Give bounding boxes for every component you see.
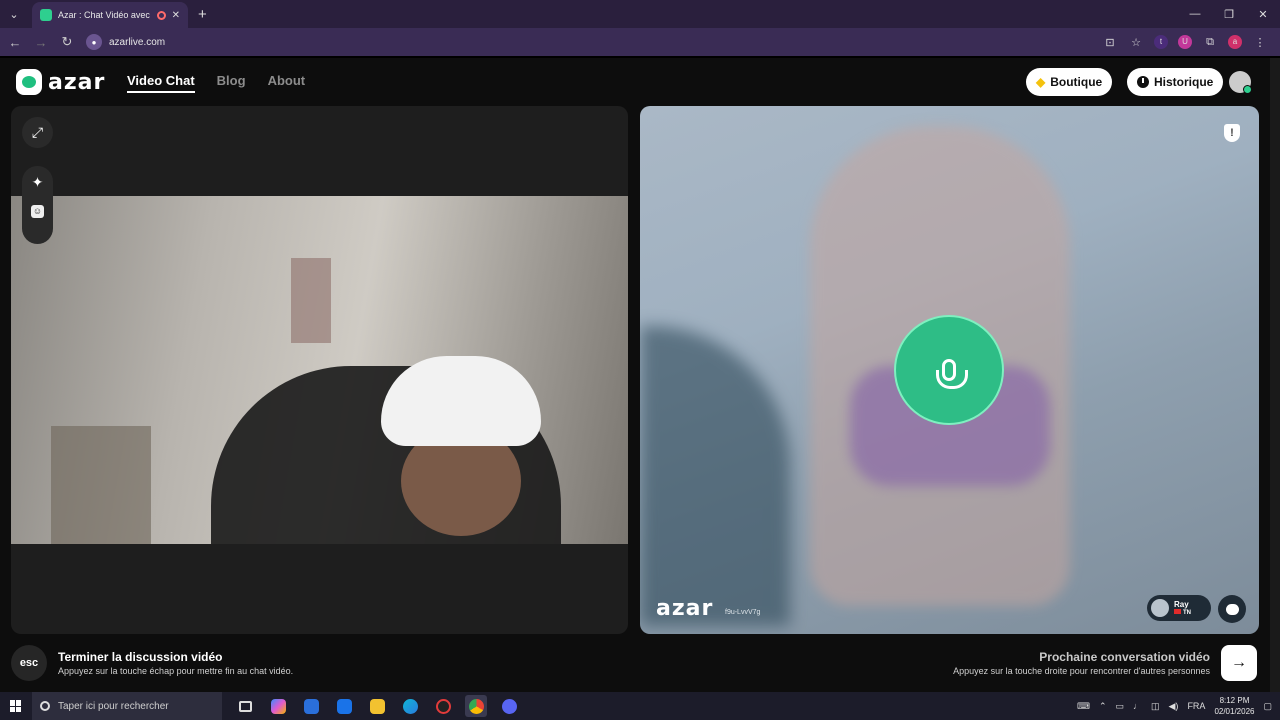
azar-watermark: azar (656, 596, 714, 621)
expand-button[interactable]: ⤢ (22, 117, 53, 148)
sparkle-effects-icon[interactable]: ✦ (32, 174, 44, 191)
extension-t-icon[interactable]: t (1154, 35, 1168, 49)
file-explorer-icon[interactable] (366, 695, 388, 717)
discord-icon[interactable] (498, 695, 520, 717)
next-call-title: Prochaine conversation vidéo (1039, 650, 1210, 664)
chat-button[interactable] (1218, 595, 1246, 623)
show-hidden-icons-chevron-icon[interactable]: ⌃ (1099, 701, 1107, 712)
end-call-esc-button[interactable]: esc (11, 645, 47, 681)
mic-tray-icon[interactable]: ♩ (1133, 701, 1142, 711)
task-view-icon[interactable] (234, 695, 256, 717)
tunisia-flag-icon (1174, 609, 1181, 614)
forward-arrow-icon[interactable]: → (34, 35, 48, 50)
url-field[interactable]: ● azarlive.com (86, 31, 1090, 53)
azar-logo[interactable]: azar (16, 69, 105, 95)
taskbar-clock[interactable]: 8:12 PM 02/01/2026 (1214, 695, 1254, 717)
restore-icon[interactable]: ❐ (1212, 8, 1246, 21)
back-arrow-icon[interactable]: ← (8, 35, 22, 50)
end-call-subtitle: Appuyez sur la touche échap pour mettre … (58, 666, 294, 676)
boutique-button[interactable]: ◆ Boutique (1026, 68, 1113, 96)
minimize-icon[interactable]: — (1178, 8, 1212, 21)
tab-title: Azar : Chat Vidéo avec de n (58, 10, 151, 20)
profile-avatar-icon[interactable]: a (1228, 35, 1242, 49)
browser-address-bar: ← → ↻ ● azarlive.com ⊡ ☆ t U ⧉ a ⋮ (0, 28, 1280, 56)
azar-logo-icon (16, 69, 42, 95)
taskbar-search-placeholder: Taper ici pour rechercher (58, 700, 169, 712)
mail-icon[interactable] (333, 695, 355, 717)
recorder-app-icon[interactable] (432, 695, 454, 717)
browser-menu-icon[interactable]: ⋮ (1252, 36, 1268, 49)
extension-u-icon[interactable]: U (1178, 35, 1192, 49)
next-call-button[interactable]: → (1221, 645, 1257, 681)
azar-favicon-icon (40, 9, 52, 21)
edge-icon[interactable] (399, 695, 421, 717)
search-icon (40, 701, 50, 711)
browser-tab-bar: ⌄ Azar : Chat Vidéo avec de n ✕ + — ❐ ✕ (0, 0, 1280, 28)
browser-tab-azar[interactable]: Azar : Chat Vidéo avec de n ✕ (32, 2, 188, 28)
copilot-icon[interactable] (267, 695, 289, 717)
peer-name: Ray (1174, 600, 1189, 609)
windows-taskbar: Taper ici pour rechercher ⌨ ⌃ ▭ ♩ ◫ ◀) F… (0, 692, 1280, 720)
main-nav: Video Chat Blog About (127, 73, 305, 93)
nav-about[interactable]: About (268, 73, 306, 93)
watermark-id: f9u-LvvV7g (725, 609, 761, 616)
tab-search-chevron-icon[interactable]: ⌄ (0, 0, 28, 28)
peer-profile-chip[interactable]: Ray TN (1147, 595, 1211, 621)
start-button[interactable] (0, 700, 32, 712)
peer-country: TN (1183, 610, 1191, 616)
new-tab-button[interactable]: + (198, 6, 207, 23)
clock-time: 8:12 PM (1219, 696, 1250, 705)
self-video-panel (11, 106, 628, 634)
notifications-icon[interactable]: ▢ (1263, 701, 1272, 712)
diamond-icon: ◆ (1036, 75, 1046, 89)
clock-date: 02/01/2026 (1214, 707, 1255, 716)
recording-indicator-icon (156, 10, 166, 20)
site-info-icon[interactable]: ● (86, 34, 102, 50)
self-camera-feed (11, 196, 628, 544)
online-status-dot (1243, 85, 1252, 94)
taskbar-search[interactable]: Taper ici pour rechercher (32, 692, 222, 720)
tab-close-icon[interactable]: ✕ (172, 10, 180, 21)
install-app-icon[interactable]: ⊡ (1102, 36, 1118, 49)
bookmark-star-icon[interactable]: ☆ (1128, 36, 1144, 49)
chrome-icon[interactable] (465, 695, 487, 717)
microphone-icon (936, 359, 968, 389)
boutique-label: Boutique (1050, 75, 1103, 89)
site-header: azar Video Chat Blog About ◆ Boutique Hi… (0, 58, 1270, 106)
expand-icon: ⤢ (31, 124, 44, 140)
extensions-puzzle-icon[interactable]: ⧉ (1202, 36, 1218, 49)
nav-blog[interactable]: Blog (217, 73, 246, 93)
peer-avatar (1151, 599, 1169, 617)
reload-icon[interactable]: ↻ (60, 34, 74, 50)
face-filter-icon[interactable]: ☺ (31, 205, 44, 218)
nav-video-chat[interactable]: Video Chat (127, 73, 195, 93)
toolbar-actions: ⊡ ☆ t U ⧉ a ⋮ (1102, 35, 1268, 49)
system-tray: ⌨ ⌃ ▭ ♩ ◫ ◀) FRA 8:12 PM 02/01/2026 ▢ (1077, 695, 1280, 717)
azar-page: azar Video Chat Blog About ◆ Boutique Hi… (0, 58, 1280, 692)
keyboard-icon[interactable]: ⌨ (1077, 701, 1090, 712)
report-shield-icon[interactable]: ! (1224, 124, 1240, 142)
window-controls: — ❐ ✕ (1178, 8, 1280, 21)
page-scrollbar[interactable] (1270, 58, 1280, 692)
url-text: azarlive.com (109, 36, 166, 48)
end-call-title: Terminer la discussion vidéo (58, 650, 223, 664)
remote-video-panel: ! azar f9u-LvvV7g Ray TN (640, 106, 1259, 634)
microphone-button[interactable] (894, 315, 1004, 425)
next-call-subtitle: Appuyez sur la touche droite pour rencon… (953, 666, 1210, 676)
window-close-icon[interactable]: ✕ (1246, 8, 1280, 21)
volume-icon[interactable]: ◀) (1169, 701, 1179, 712)
chat-bubble-icon (1225, 603, 1239, 615)
logo-text: azar (48, 69, 106, 95)
windows-logo-icon (10, 700, 22, 712)
historique-label: Historique (1154, 75, 1214, 89)
input-language[interactable]: FRA (1187, 701, 1205, 711)
device-icon[interactable]: ▭ (1115, 701, 1124, 712)
historique-button[interactable]: Historique (1127, 68, 1224, 96)
network-icon[interactable]: ◫ (1151, 701, 1160, 712)
clock-icon (1137, 76, 1149, 88)
store-icon[interactable] (300, 695, 322, 717)
taskbar-apps (234, 695, 520, 717)
effects-toolbar: ✦ ☺ (22, 166, 53, 244)
